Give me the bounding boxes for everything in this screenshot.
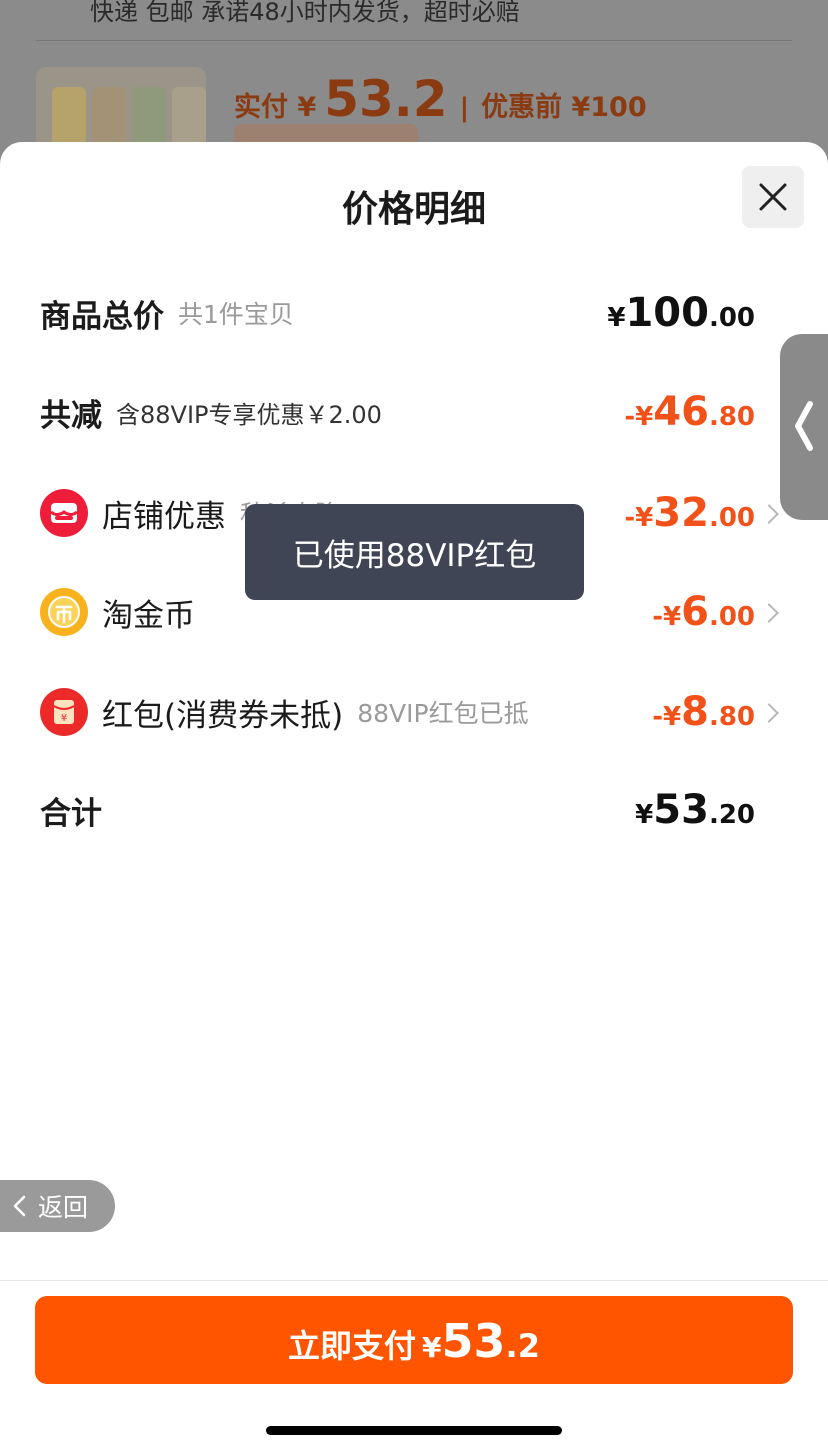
amount-integer: 32	[653, 490, 709, 536]
shipping-promise-text: 快递 包邮 承诺48小时内发货，超时必赔	[90, 0, 520, 26]
goods-count-label: 共1件宝贝	[178, 300, 294, 329]
shop-discount-amount: -¥ 32 .00	[624, 490, 755, 536]
reduction-label: 共减	[40, 397, 102, 434]
goods-total-label: 商品总价	[40, 298, 164, 335]
goods-total-amount: ¥ 100 .00	[607, 290, 755, 336]
close-icon	[759, 183, 787, 211]
sheet-title: 价格明细	[341, 189, 486, 230]
coins-label: 淘金币	[102, 597, 195, 634]
side-drawer-handle[interactable]	[780, 334, 828, 520]
pay-integer: 53	[441, 1314, 506, 1368]
paid-price-summary: 实付 ¥ 53.2 | 优惠前 ¥100	[234, 70, 647, 128]
pay-label: 立即支付	[288, 1327, 417, 1365]
amount-currency: ¥	[635, 800, 654, 830]
amount-integer: 8	[681, 689, 709, 735]
amount-decimal: .00	[708, 503, 755, 533]
chevron-right-icon	[759, 603, 779, 623]
row-goods-total: 商品总价 共1件宝贝 ¥ 100 .00	[40, 283, 828, 343]
coins-amount: -¥ 6 .00	[652, 589, 755, 635]
red-packet-icon: ¥	[40, 688, 88, 736]
chevron-left-icon	[13, 1195, 26, 1217]
vip-red-packet-note: 88VIP红包已抵	[357, 699, 529, 728]
amount-integer: 46	[653, 389, 709, 435]
toast-message: 已使用88VIP红包	[245, 504, 584, 600]
amount-currency: ¥	[607, 303, 626, 333]
chevron-left-icon	[795, 401, 813, 451]
shop-icon	[40, 489, 88, 537]
row-red-packet[interactable]: ¥ 红包(消费券未抵) 88VIP红包已抵 -¥ 8 .80	[40, 682, 828, 742]
price-detail-sheet: 价格明细 商品总价 共1件宝贝 ¥ 100 .00 共减 含88VIP专享优惠￥…	[0, 142, 828, 1449]
red-packet-amount: -¥ 8 .80	[652, 689, 755, 735]
amount-currency: -¥	[624, 503, 654, 533]
amount-decimal: .00	[708, 303, 755, 333]
back-button[interactable]: 返回	[0, 1180, 115, 1232]
vip-discount-note: 含88VIP专享优惠￥2.00	[116, 400, 382, 429]
sum-label: 合计	[40, 795, 102, 832]
home-indicator[interactable]	[266, 1426, 562, 1435]
shop-discount-label: 店铺优惠	[102, 498, 226, 535]
divider	[36, 40, 792, 41]
pay-now-button[interactable]: 立即支付 ¥ 53 .2	[35, 1296, 793, 1384]
close-button[interactable]	[742, 166, 804, 228]
coin-icon	[40, 588, 88, 636]
chevron-right-icon	[759, 703, 779, 723]
sum-amount: ¥ 53 .20	[635, 787, 755, 833]
amount-currency: -¥	[652, 602, 682, 632]
row-sum: 合计 ¥ 53 .20	[40, 780, 828, 840]
paid-amount: 53.2	[324, 70, 448, 128]
pay-decimal: .2	[505, 1327, 540, 1365]
row-total-reduction: 共减 含88VIP专享优惠￥2.00 -¥ 46 .80	[40, 382, 828, 442]
amount-currency: -¥	[652, 702, 682, 732]
amount-decimal: .20	[708, 800, 755, 830]
background-page: 快递 包邮 承诺48小时内发货，超时必赔 实付 ¥ 53.2 | 优惠前 ¥10…	[0, 0, 828, 160]
amount-integer: 100	[625, 290, 709, 336]
pay-currency: ¥	[422, 1331, 442, 1364]
chevron-right-icon	[759, 504, 779, 524]
reduction-amount: -¥ 46 .80	[624, 389, 755, 435]
amount-decimal: .80	[708, 702, 755, 732]
paid-label: 实付 ¥	[234, 92, 317, 123]
original-price: 优惠前 ¥100	[481, 92, 647, 123]
amount-currency: -¥	[624, 402, 654, 432]
red-packet-label: 红包(消费券未抵)	[102, 697, 344, 734]
amount-decimal: .80	[708, 402, 755, 432]
price-separator: |	[459, 93, 470, 123]
amount-integer: 53	[653, 787, 709, 833]
footer-divider	[0, 1280, 828, 1281]
amount-decimal: .00	[708, 602, 755, 632]
back-label: 返回	[38, 1193, 89, 1222]
amount-integer: 6	[681, 589, 709, 635]
svg-text:¥: ¥	[61, 713, 67, 724]
